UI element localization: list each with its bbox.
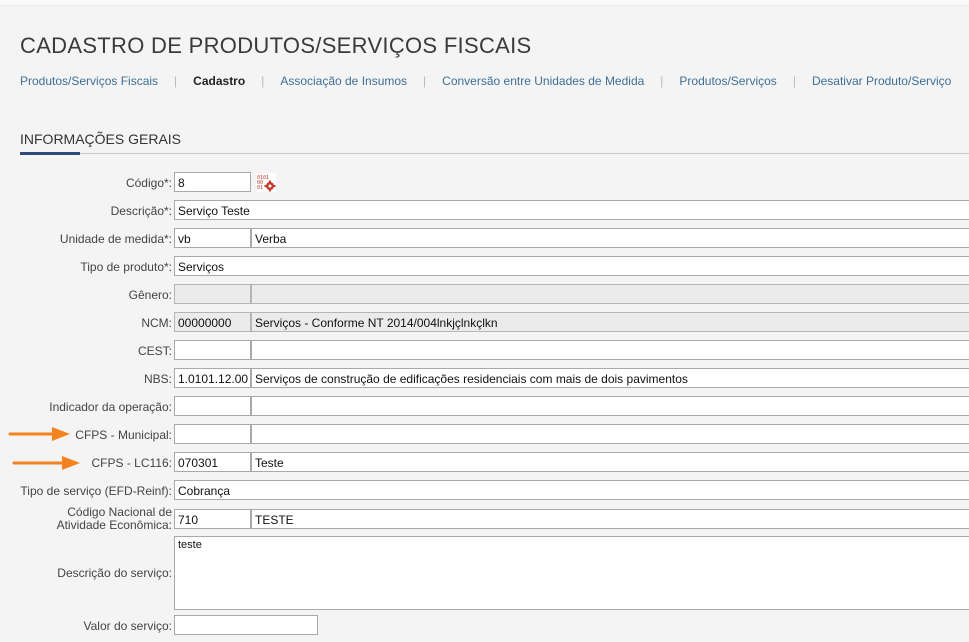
- tipo-servico-label: Tipo de serviço (EFD-Reinf):: [20, 484, 172, 498]
- descricao-input[interactable]: Serviço Teste: [174, 200, 969, 220]
- breadcrumb-separator: |: [660, 74, 664, 88]
- breadcrumb-separator: |: [174, 74, 178, 88]
- cnae-desc-field[interactable]: TESTE: [251, 509, 969, 529]
- indicador-label: Indicador da operação:: [49, 400, 172, 414]
- descricao-servico-label: Descrição do serviço:: [57, 566, 172, 580]
- descricao-label: Descrição*:: [110, 204, 172, 218]
- row-cnae: Código Nacional de Atividade Econômica: …: [0, 506, 969, 532]
- cest-label: CEST:: [137, 344, 172, 358]
- indicador-code-input[interactable]: [174, 396, 251, 416]
- codigo-input[interactable]: 8: [174, 172, 251, 192]
- cfps-lc116-code-input[interactable]: 070301: [174, 452, 251, 472]
- breadcrumb-separator: |: [261, 74, 265, 88]
- annotation-arrow-icon: [8, 427, 70, 441]
- nbs-label: NBS:: [143, 372, 172, 386]
- barcode-gear-icon[interactable]: 0101 00 01: [256, 173, 276, 192]
- breadcrumb-produtos-servicos[interactable]: Produtos/Serviços: [679, 74, 776, 88]
- breadcrumb-desativar-produto[interactable]: Desativar Produto/Serviço: [812, 74, 951, 88]
- row-tipo-servico: Tipo de serviço (EFD-Reinf): Cobrança: [0, 480, 969, 502]
- genero-code-field: [174, 284, 251, 304]
- codigo-label: Código*:: [125, 176, 172, 190]
- breadcrumb-cadastro[interactable]: Cadastro: [193, 74, 245, 88]
- tipo-produto-select[interactable]: Serviços: [174, 256, 969, 276]
- descricao-servico-textarea[interactable]: teste: [174, 536, 969, 610]
- genero-label: Gênero:: [128, 288, 172, 302]
- cnae-code-input[interactable]: 710: [174, 509, 251, 529]
- page-title: CADASTRO DE PRODUTOS/SERVIÇOS FISCAIS: [20, 33, 532, 58]
- ncm-label: NCM:: [141, 316, 172, 330]
- unidade-code-input[interactable]: vb: [174, 228, 251, 248]
- nbs-desc-field[interactable]: Serviços de construção de edificações re…: [251, 368, 969, 388]
- genero-desc-field: [251, 284, 969, 304]
- cest-code-input[interactable]: [174, 340, 251, 360]
- row-unidade: Unidade de medida*: vb Verba: [0, 228, 969, 250]
- valor-servico-input[interactable]: [174, 615, 318, 635]
- unidade-desc-field[interactable]: Verba: [251, 228, 969, 248]
- row-nbs: NBS: 1.0101.12.00 Serviços de construção…: [0, 368, 969, 390]
- valor-servico-label: Valor do serviço:: [83, 619, 172, 633]
- breadcrumb-associacao-insumos[interactable]: Associação de Insumos: [280, 74, 407, 88]
- row-valor-servico: Valor do serviço:: [0, 615, 969, 637]
- ncm-desc-field: Serviços - Conforme NT 2014/004lnkjçlnkç…: [251, 312, 969, 332]
- cfps-municipal-desc-field[interactable]: [251, 424, 969, 444]
- breadcrumb-conversao-unidades[interactable]: Conversão entre Unidades de Medida: [442, 74, 644, 88]
- cnae-label: Código Nacional de Atividade Econômica:: [57, 506, 172, 532]
- breadcrumb: Produtos/Serviços Fiscais | Cadastro | A…: [20, 74, 951, 88]
- breadcrumb-produtos-servicos-fiscais[interactable]: Produtos/Serviços Fiscais: [20, 74, 158, 88]
- row-codigo: Código*: 8 0101 00 01: [0, 172, 969, 194]
- section-accent-bar: [20, 152, 80, 155]
- tipo-servico-select[interactable]: Cobrança: [174, 480, 969, 500]
- tipo-produto-label: Tipo de produto*:: [80, 260, 172, 274]
- nbs-code-input[interactable]: 1.0101.12.00: [174, 368, 251, 388]
- cfps-municipal-code-input[interactable]: [174, 424, 251, 444]
- cfps-lc116-desc-field[interactable]: Teste: [251, 452, 969, 472]
- row-cfps-lc116: CFPS - LC116: 070301 Teste: [0, 452, 969, 474]
- cest-desc-field[interactable]: [251, 340, 969, 360]
- row-indicador: Indicador da operação:: [0, 396, 969, 418]
- unidade-label: Unidade de medida*:: [59, 232, 172, 246]
- row-genero: Gênero:: [0, 284, 969, 306]
- row-descricao: Descrição*: Serviço Teste: [0, 200, 969, 222]
- section-divider: [20, 153, 969, 154]
- ncm-code-field: 00000000: [174, 312, 251, 332]
- breadcrumb-separator: |: [792, 74, 796, 88]
- annotation-arrow-icon: [12, 456, 80, 470]
- cnae-label-line1: Código Nacional de: [67, 505, 172, 519]
- top-strip: [0, 0, 969, 6]
- row-ncm: NCM: 00000000 Serviços - Conforme NT 201…: [0, 312, 969, 334]
- cfps-lc116-label: CFPS - LC116:: [91, 456, 172, 470]
- cnae-label-line2: Atividade Econômica:: [56, 518, 172, 532]
- cfps-municipal-label: CFPS - Municipal:: [75, 428, 172, 442]
- svg-text:01: 01: [257, 185, 263, 191]
- row-tipo-produto: Tipo de produto*: Serviços: [0, 256, 969, 278]
- section-title: INFORMAÇÕES GERAIS: [20, 131, 182, 147]
- row-cfps-municipal: CFPS - Municipal:: [0, 424, 969, 446]
- row-cest: CEST:: [0, 340, 969, 362]
- indicador-desc-field[interactable]: [251, 396, 969, 416]
- breadcrumb-separator: |: [423, 74, 427, 88]
